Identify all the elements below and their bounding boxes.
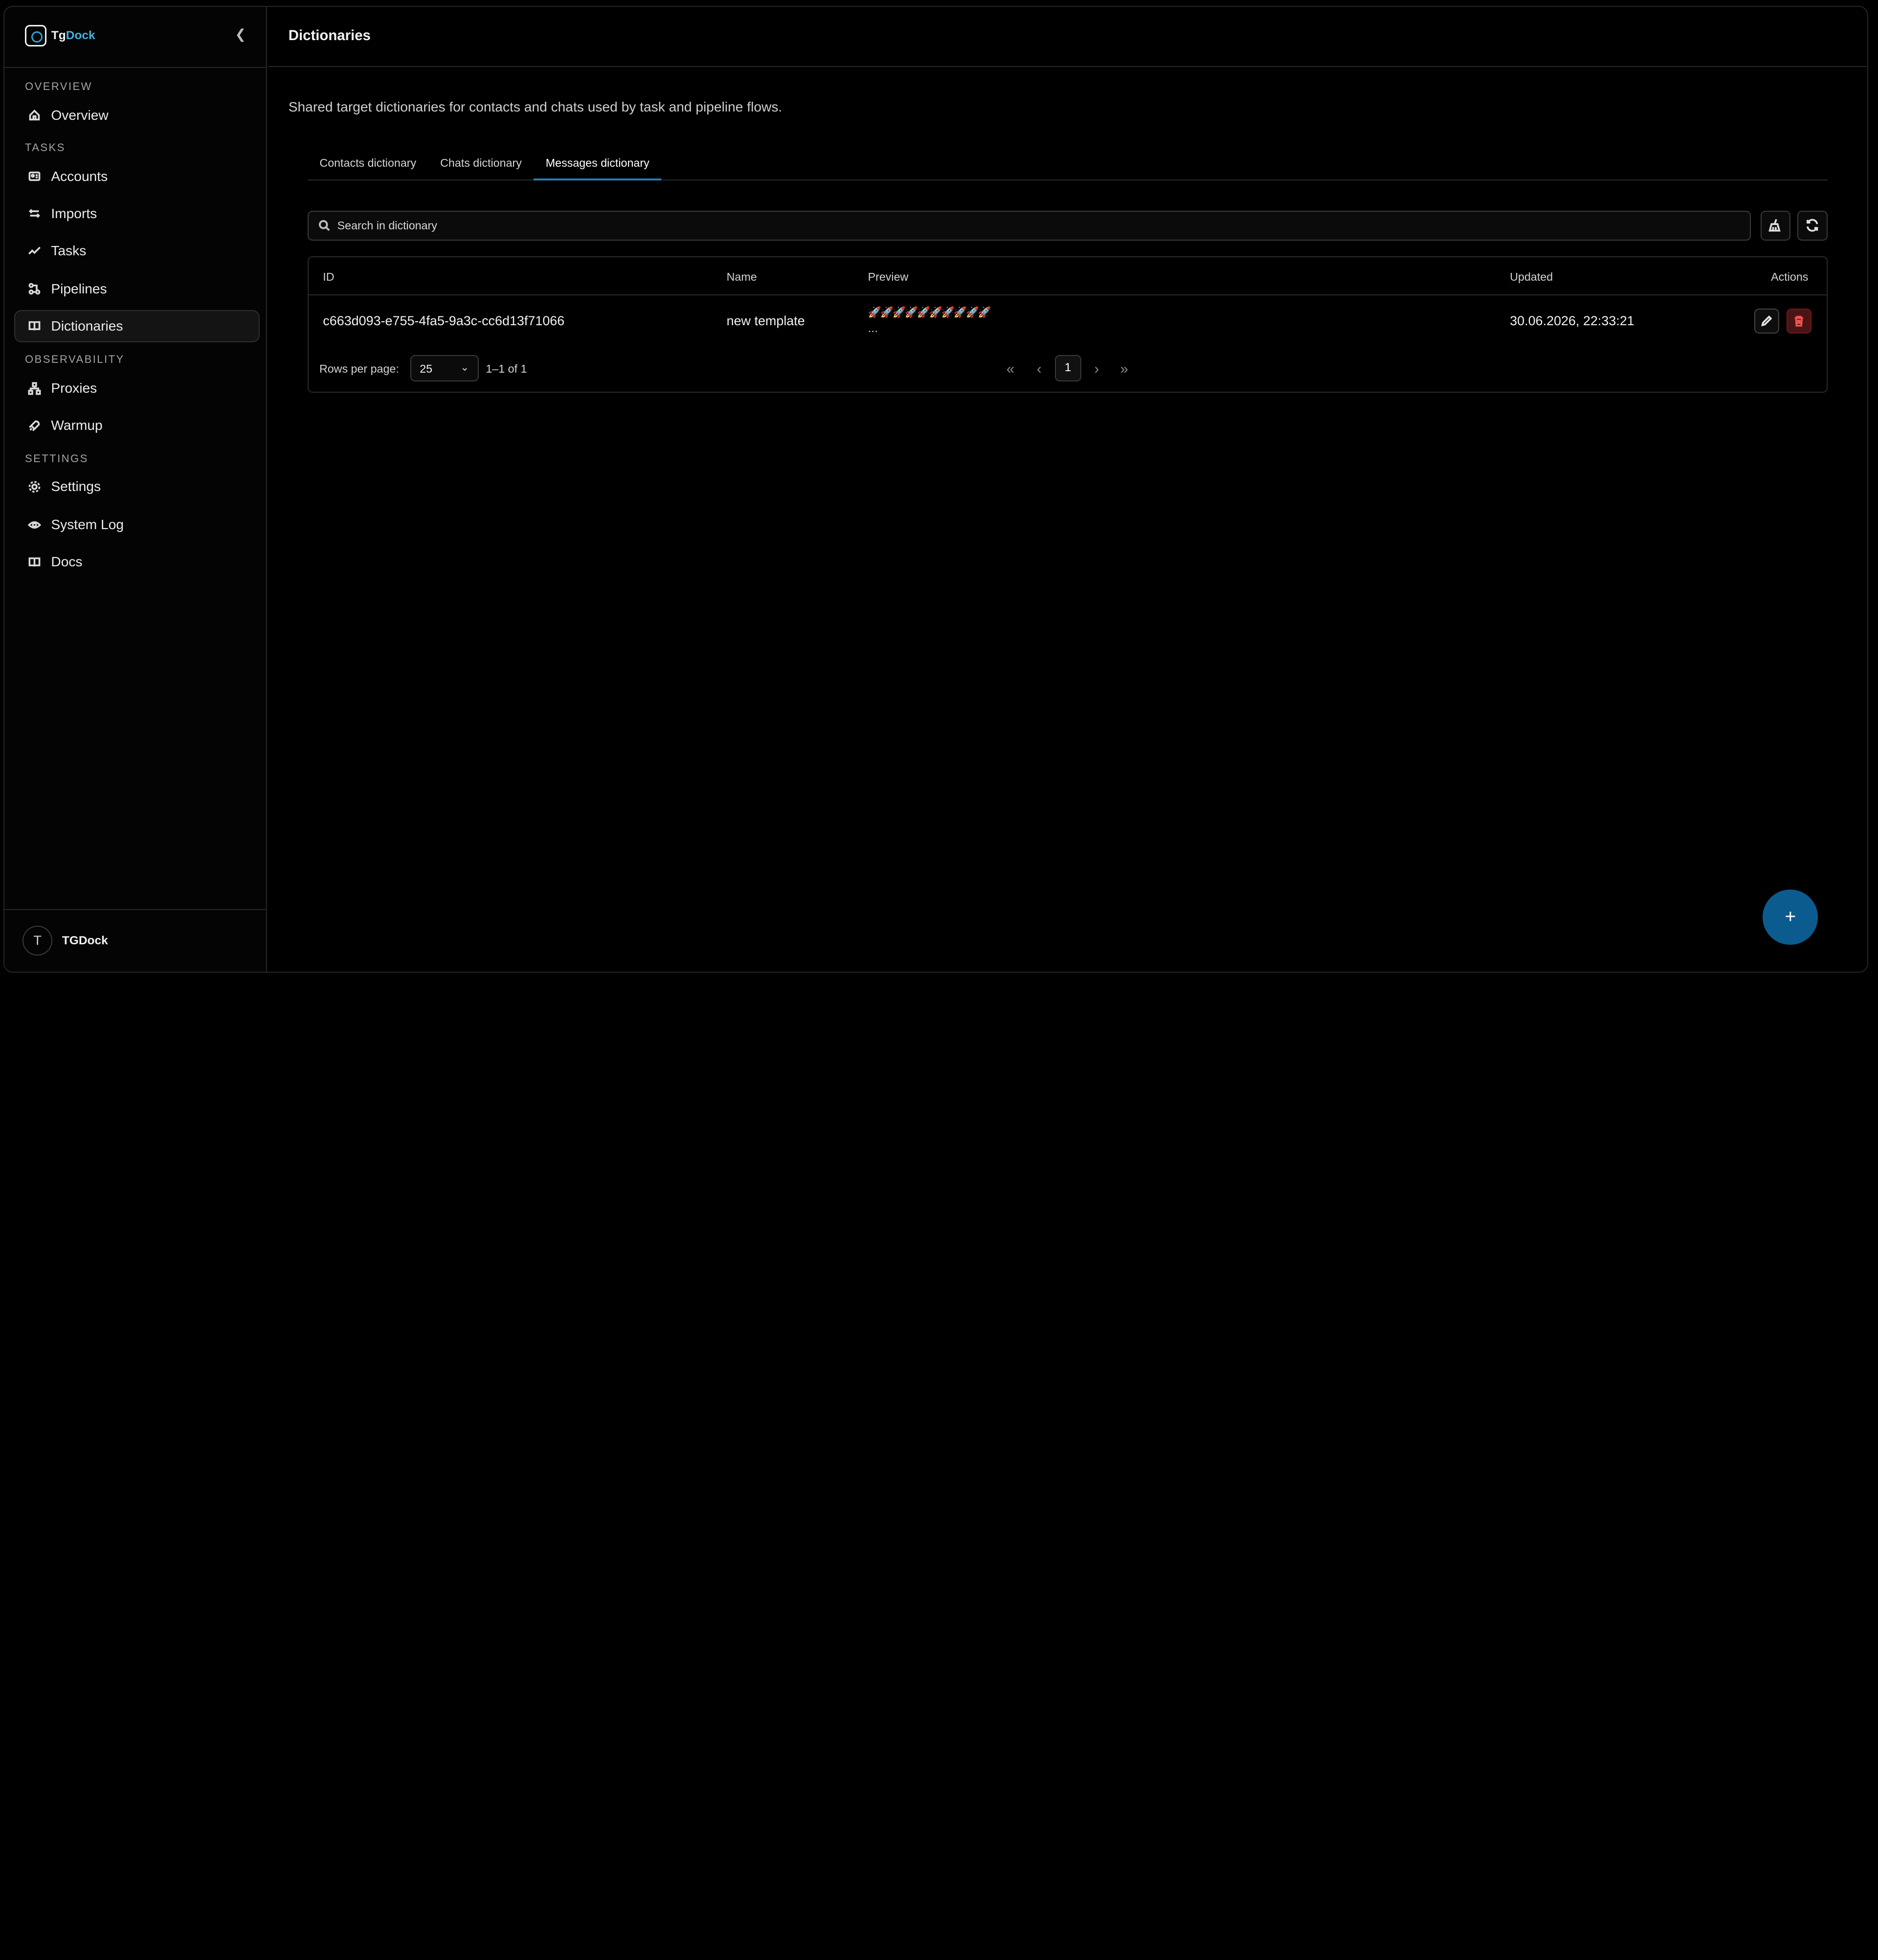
id-card-icon — [27, 169, 41, 183]
sidebar-item-dictionaries[interactable]: Dictionaries — [14, 310, 260, 342]
first-page-icon[interactable]: « — [999, 357, 1023, 381]
eye-icon — [27, 518, 41, 532]
arrows-icon — [27, 206, 41, 221]
sidebar-item-system-log[interactable]: System Log — [14, 509, 260, 541]
dictionary-table: ID Name Preview Updated Actions c663d093… — [307, 256, 1828, 393]
prev-page-icon[interactable]: ‹ — [1027, 357, 1051, 381]
collapse-sidebar-icon[interactable]: ❮ — [231, 25, 250, 44]
add-button[interactable]: + — [1763, 890, 1818, 945]
trash-icon — [1795, 316, 1804, 327]
sidebar-item-overview[interactable]: Overview — [14, 99, 260, 132]
section-settings: SETTINGS — [24, 452, 89, 465]
sidebar-item-docs[interactable]: Docs — [14, 546, 260, 578]
chevron-down-icon: ⌄ — [460, 361, 470, 374]
sidebar-item-label: System Log — [51, 517, 124, 533]
user-name: TGDock — [62, 934, 108, 948]
brand[interactable]: TgDock — [24, 24, 95, 47]
sidebar-item-label: Pipelines — [51, 281, 107, 296]
pagination-range: 1–1 of 1 — [486, 362, 527, 376]
logo-icon — [24, 24, 47, 47]
last-page-icon[interactable]: » — [1112, 357, 1136, 381]
tab-bar: Contacts dictionary Chats dictionary Mes… — [307, 148, 1828, 181]
network-icon — [27, 381, 41, 396]
sidebar-item-label: Tasks — [51, 243, 87, 258]
sidebar-item-label: Imports — [51, 205, 97, 221]
sidebar-item-proxies[interactable]: Proxies — [14, 372, 260, 404]
avatar[interactable]: T — [22, 926, 53, 956]
sidebar: TgDock ❮ OVERVIEW Overview TASKS Account… — [4, 7, 267, 972]
pencil-icon — [1761, 315, 1772, 327]
sidebar-item-tasks[interactable]: Tasks — [14, 235, 260, 267]
rows-per-page-value: 25 — [420, 362, 433, 375]
divider — [4, 67, 267, 68]
sidebar-item-label: Dictionaries — [51, 318, 123, 334]
sidebar-item-imports[interactable]: Imports — [14, 198, 260, 230]
app-window: TgDock ❮ OVERVIEW Overview TASKS Account… — [3, 6, 1869, 973]
column-header-name: Name — [726, 270, 757, 283]
cell-preview: 🚀🚀🚀🚀🚀🚀🚀🚀🚀🚀 — [868, 306, 991, 319]
column-header-updated: Updated — [1510, 270, 1553, 283]
tab-chats-dictionary[interactable]: Chats dictionary — [428, 148, 534, 180]
table-row[interactable]: c663d093-e755-4fa5-9a3c-cc6d13f71066 new… — [309, 295, 1827, 348]
page-number-button[interactable]: 1 — [1054, 355, 1081, 382]
cell-name: new template — [726, 313, 805, 328]
sidebar-item-pipelines[interactable]: Pipelines — [14, 273, 260, 305]
cell-updated: 30.06.2026, 22:33:21 — [1510, 313, 1634, 328]
gear-icon — [27, 479, 41, 493]
section-tasks: TASKS — [24, 141, 66, 154]
column-header-id: ID — [323, 270, 335, 283]
sidebar-item-warmup[interactable]: Warmup — [14, 409, 260, 442]
rows-per-page-label: Rows per page: — [319, 362, 399, 376]
column-header-actions: Actions — [1771, 270, 1809, 283]
topbar: Dictionaries — [268, 7, 1868, 67]
rows-per-page-select[interactable]: 25 ⌄ — [410, 355, 479, 382]
search-icon — [318, 220, 330, 231]
book-icon — [27, 319, 41, 333]
sidebar-item-accounts[interactable]: Accounts — [14, 160, 260, 193]
page-title: Dictionaries — [288, 27, 371, 44]
main-content: Dictionaries Shared target dictionaries … — [268, 7, 1868, 971]
page-description: Shared target dictionaries for contacts … — [288, 99, 782, 114]
pagination: Rows per page: 25 ⌄ 1–1 of 1 « ‹ 1 › » — [309, 351, 1827, 386]
sidebar-item-label: Proxies — [51, 380, 97, 396]
column-header-preview: Preview — [868, 270, 909, 283]
edit-button[interactable] — [1754, 308, 1780, 334]
sidebar-item-settings[interactable]: Settings — [14, 470, 260, 503]
cell-preview-more: ... — [868, 321, 878, 335]
cell-id: c663d093-e755-4fa5-9a3c-cc6d13f71066 — [323, 313, 565, 328]
activity-icon — [27, 244, 41, 258]
brand-name: TgDock — [51, 29, 95, 42]
sidebar-item-label: Docs — [51, 554, 83, 570]
search-box[interactable] — [307, 210, 1751, 241]
delete-button[interactable] — [1786, 308, 1812, 334]
sidebar-item-label: Overview — [51, 107, 109, 123]
section-overview: OVERVIEW — [24, 80, 92, 92]
sidebar-item-label: Warmup — [51, 418, 103, 433]
user-footer[interactable]: T TGDock — [4, 909, 267, 971]
rocket-icon — [27, 418, 41, 432]
refresh-icon — [1807, 219, 1818, 232]
sidebar-item-label: Accounts — [51, 168, 108, 184]
refresh-button[interactable] — [1797, 210, 1828, 241]
section-observability: OBSERVABILITY — [24, 353, 125, 365]
workflow-icon — [27, 282, 41, 296]
table-header: ID Name Preview Updated Actions — [308, 257, 1827, 295]
tab-messages-dictionary[interactable]: Messages dictionary — [534, 148, 662, 181]
tab-contacts-dictionary[interactable]: Contacts dictionary — [308, 148, 428, 180]
home-icon — [27, 108, 41, 122]
broom-icon — [1768, 219, 1781, 232]
next-page-icon[interactable]: › — [1085, 357, 1109, 381]
sidebar-item-label: Settings — [51, 479, 101, 494]
book-open-icon — [27, 555, 41, 569]
search-input[interactable] — [337, 219, 1655, 232]
clear-filters-button[interactable] — [1760, 210, 1790, 241]
